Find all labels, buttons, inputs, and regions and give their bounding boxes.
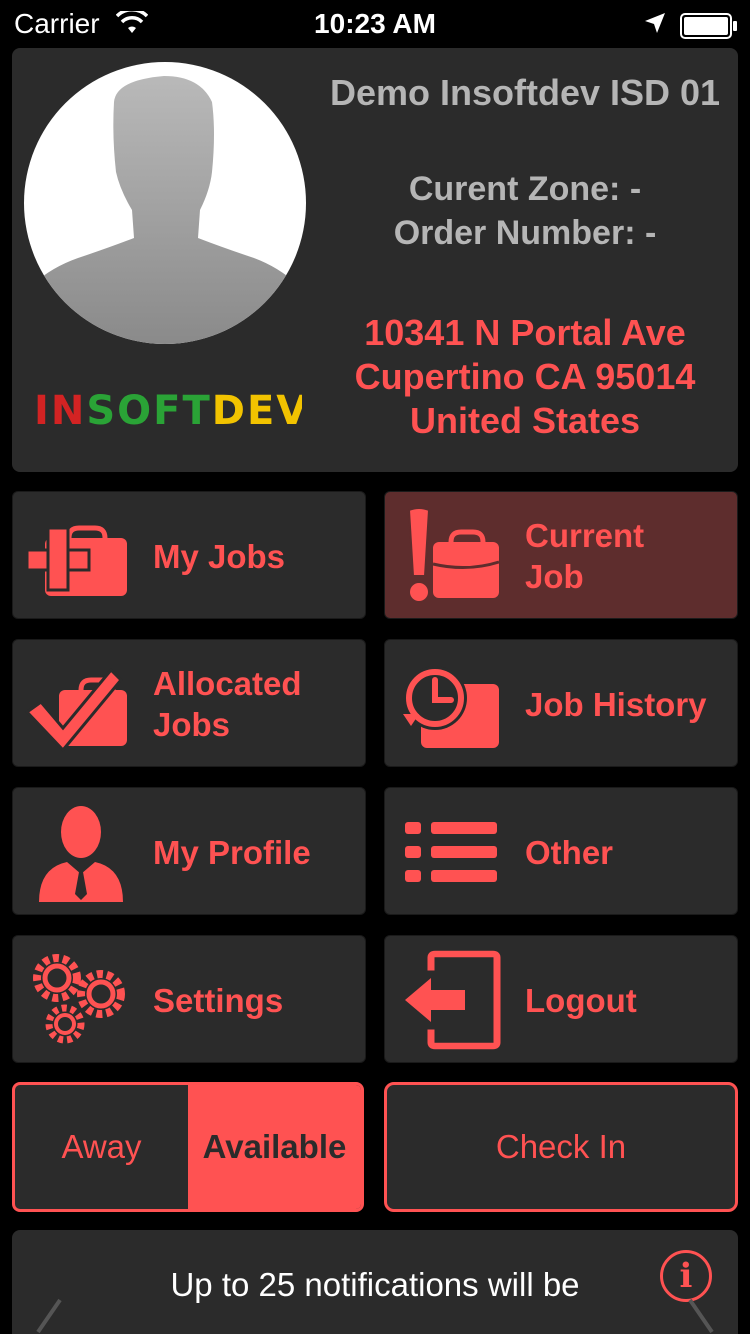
address-line: Cupertino CA 95014 — [354, 356, 696, 397]
user-profile-icon — [39, 806, 123, 902]
address-line: 10341 N Portal Ave — [364, 312, 686, 353]
job-history-button[interactable]: Job History — [384, 639, 738, 767]
avatar[interactable] — [24, 62, 306, 344]
logout-label: Logout — [525, 981, 637, 1019]
briefcase-check-icon — [25, 667, 127, 753]
briefcase-alert-icon — [407, 507, 500, 603]
other-button[interactable]: Other — [384, 787, 738, 915]
insoftdev-logo: INSOFTDEV — [34, 388, 302, 432]
order-number: Order Number: - — [393, 214, 657, 252]
current-job-label: Current Job — [525, 517, 645, 595]
svg-text:INSOFTDEV: INSOFTDEV — [34, 388, 302, 432]
current-job-button[interactable]: Current Job — [384, 491, 738, 619]
chevron-right-icon[interactable] — [680, 1296, 720, 1334]
away-option[interactable]: Away — [15, 1085, 188, 1209]
location-arrow-icon — [645, 13, 665, 33]
allocated-jobs-label: Allocated Jobs — [153, 665, 302, 743]
other-label: Other — [525, 833, 614, 871]
settings-button[interactable]: Settings — [12, 935, 366, 1063]
status-bar: Carrier 10:23 AM — [0, 0, 750, 50]
allocated-jobs-button[interactable]: Allocated Jobs — [12, 639, 366, 767]
availability-toggle[interactable]: Away Available — [12, 1082, 364, 1212]
person-silhouette-icon — [24, 76, 306, 344]
logout-button[interactable]: Logout — [384, 935, 738, 1063]
user-name: Demo Insoftdev ISD 01 — [329, 72, 721, 113]
chevron-left-icon[interactable] — [30, 1296, 70, 1334]
clock: 10:23 AM — [314, 8, 436, 39]
logout-icon — [405, 950, 501, 1050]
available-option[interactable]: Available — [188, 1085, 361, 1209]
notification-text: Up to 25 notifications will be — [170, 1266, 580, 1303]
gears-icon — [33, 954, 125, 1044]
info-icon[interactable]: i — [660, 1250, 712, 1302]
my-jobs-button[interactable]: My Jobs — [12, 491, 366, 619]
my-profile-label: My Profile — [153, 833, 311, 871]
briefcase-plus-icon — [25, 525, 127, 596]
job-history-label: Job History — [525, 685, 707, 723]
check-in-button[interactable]: Check In — [384, 1082, 738, 1212]
profile-header-card: INSOFTDEV Demo Insoftdev ISD 01 Curent Z… — [12, 48, 738, 472]
address-line: United States — [409, 400, 641, 441]
battery-icon — [680, 13, 737, 39]
notification-banner: Up to 25 notifications will be i — [12, 1230, 738, 1334]
my-jobs-label: My Jobs — [153, 537, 286, 575]
current-zone: Curent Zone: - — [408, 170, 642, 208]
list-icon — [405, 822, 497, 882]
my-profile-button[interactable]: My Profile — [12, 787, 366, 915]
clock-history-icon — [403, 666, 499, 748]
settings-label: Settings — [153, 981, 284, 1019]
